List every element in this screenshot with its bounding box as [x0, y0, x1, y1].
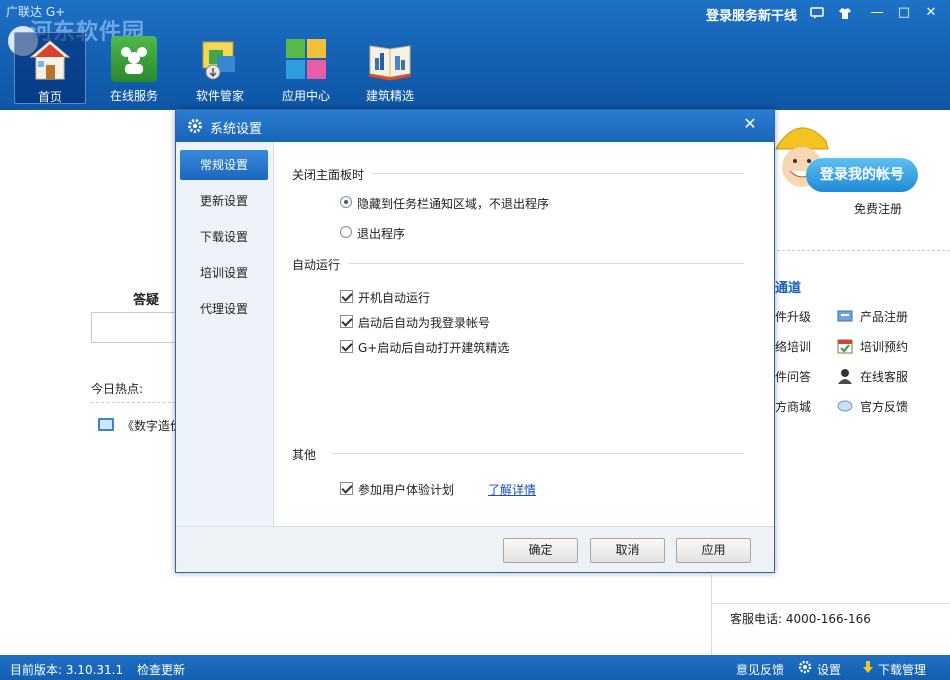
feedback-bubble-icon	[837, 398, 853, 414]
panel-divider-vertical	[711, 575, 712, 655]
checkbox[interactable]	[340, 482, 353, 495]
radio-exit-program-label: 退出程序	[357, 227, 406, 241]
home-icon	[27, 37, 73, 83]
nav-home-label: 首页	[37, 90, 62, 104]
radio-hide-to-tray-label: 隐藏到任务栏通知区域，不退出程序	[357, 197, 550, 211]
tab-general-settings[interactable]: 常规设置	[180, 150, 268, 180]
checkbox-ux-program-label: 参加用户体验计划	[358, 483, 455, 497]
nav-online-service[interactable]: 在线服务	[98, 32, 170, 104]
official-store-link[interactable]: 方商城	[775, 398, 811, 415]
calendar-icon	[837, 338, 853, 354]
nav-software-manager-label: 软件管家	[195, 89, 244, 103]
checkbox-autostart[interactable]: 开机自动运行	[340, 288, 480, 306]
checkbox-autostart-label: 开机自动运行	[358, 291, 431, 305]
maximize-button[interactable]: □	[893, 3, 915, 23]
download-arrow-icon	[862, 660, 874, 677]
hot-topic-link[interactable]: 《数字造价	[122, 417, 182, 434]
settings-content: 关闭主面板时 隐藏到任务栏通知区域，不退出程序 退出程序 自动运行 开机自动运行…	[274, 142, 774, 526]
ok-button[interactable]: 确定	[503, 538, 578, 563]
login-my-account-button[interactable]: 登录我的帐号	[806, 158, 918, 192]
nav-home[interactable]: 首页	[14, 32, 86, 104]
shirt-icon[interactable]	[834, 3, 856, 23]
dialog-title: 系统设置	[210, 122, 263, 137]
dialog-close-button[interactable]: ✕	[738, 113, 762, 137]
hot-divider	[91, 402, 181, 403]
nav-software-manager[interactable]: 软件管家	[184, 32, 256, 104]
nav-building-selection[interactable]: 建筑精选	[354, 32, 426, 104]
nav-app-center[interactable]: 应用中心	[270, 32, 342, 104]
radio-button[interactable]	[340, 196, 352, 208]
autorun-section-title: 自动运行	[292, 258, 341, 272]
login-service-link[interactable]: 登录服务新干线	[706, 5, 797, 24]
section-divider	[348, 263, 744, 264]
feedback-link[interactable]: 意见反馈	[736, 661, 784, 678]
cancel-button[interactable]: 取消	[590, 538, 665, 563]
product-register-link[interactable]: 产品注册	[860, 308, 908, 325]
nav-app-center-label: 应用中心	[281, 89, 330, 103]
section-divider	[332, 453, 744, 454]
top-header: 广联达 G+ 河东软件园 登录服务新干线 — □ ✕ 首页 在线服务 软件管家 …	[0, 0, 950, 110]
message-icon[interactable]	[806, 3, 828, 23]
answer-search-input[interactable]	[91, 312, 181, 343]
product-register-icon	[837, 308, 853, 324]
close-panel-section-title: 关闭主面板时	[292, 168, 365, 182]
download-manager-link[interactable]: 下载管理	[878, 661, 926, 678]
software-qa-link[interactable]: 件问答	[775, 368, 811, 385]
apply-button[interactable]: 应用	[676, 538, 751, 563]
radio-hide-to-tray[interactable]: 隐藏到任务栏通知区域，不退出程序	[340, 194, 600, 212]
software-manager-icon	[197, 36, 243, 82]
version-text: 目前版本: 3.10.31.1	[10, 663, 124, 677]
official-feedback-link[interactable]: 官方反馈	[860, 398, 908, 415]
dialog-footer: 确定 取消 应用	[176, 526, 774, 572]
tab-download-settings[interactable]: 下载设置	[180, 222, 268, 252]
checkbox[interactable]	[340, 315, 353, 328]
settings-link[interactable]: 设置	[817, 661, 841, 678]
status-bar: 目前版本: 3.10.31.1 检查更新 意见反馈 设置 下载管理	[0, 655, 950, 680]
checkbox-open-building-selection-label: G+启动后自动打开建筑精选	[358, 341, 510, 355]
software-upgrade-link[interactable]: 件升级	[775, 308, 811, 325]
other-section-title: 其他	[292, 448, 317, 462]
settings-gear-icon	[187, 118, 203, 134]
customer-service-icon	[837, 368, 853, 384]
app-center-icon	[283, 36, 329, 82]
online-service-icon	[111, 36, 157, 82]
minimize-button[interactable]: —	[866, 3, 888, 23]
section-divider	[372, 173, 744, 174]
online-customer-service-link[interactable]: 在线客服	[860, 368, 908, 385]
online-training-link[interactable]: 络培训	[775, 338, 811, 355]
checkbox-open-building-selection[interactable]: G+启动后自动打开建筑精选	[340, 338, 540, 356]
dialog-title-bar[interactable]: 系统设置 ✕	[176, 110, 774, 142]
checkbox[interactable]	[340, 340, 353, 353]
phone-divider	[712, 603, 950, 604]
answer-section-title: 答疑	[133, 293, 160, 308]
learn-more-link[interactable]: 了解详情	[488, 481, 536, 498]
free-register-link[interactable]: 免费注册	[854, 200, 902, 217]
tab-update-settings[interactable]: 更新设置	[180, 186, 268, 216]
close-window-button[interactable]: ✕	[920, 3, 942, 23]
tab-proxy-settings[interactable]: 代理设置	[180, 294, 268, 324]
tab-training-settings[interactable]: 培训设置	[180, 258, 268, 288]
training-booking-link[interactable]: 培训预约	[860, 338, 908, 355]
checkbox-auto-login[interactable]: 启动后自动为我登录帐号	[340, 313, 520, 331]
quick-channel-title: 通道	[775, 281, 802, 296]
system-settings-dialog: 系统设置 ✕ 常规设置 更新设置 下载设置 培训设置 代理设置 关闭主面板时 隐…	[175, 109, 775, 573]
book-icon	[367, 36, 413, 82]
checkbox-auto-login-label: 启动后自动为我登录帐号	[358, 316, 491, 330]
monitor-icon	[98, 418, 114, 431]
service-phone-text: 客服电话: 4000-166-166	[730, 612, 871, 626]
nav-building-selection-label: 建筑精选	[365, 89, 414, 103]
settings-sidebar: 常规设置 更新设置 下载设置 培训设置 代理设置	[176, 142, 274, 526]
checkbox[interactable]	[340, 290, 353, 303]
settings-gear-icon[interactable]	[798, 660, 812, 677]
hot-topics-label: 今日热点:	[91, 382, 144, 396]
nav-online-service-label: 在线服务	[109, 89, 158, 103]
radio-exit-program[interactable]: 退出程序	[340, 224, 460, 242]
check-update-link[interactable]: 检查更新	[137, 661, 185, 678]
radio-button[interactable]	[340, 226, 352, 238]
checkbox-ux-program[interactable]: 参加用户体验计划	[340, 480, 480, 498]
